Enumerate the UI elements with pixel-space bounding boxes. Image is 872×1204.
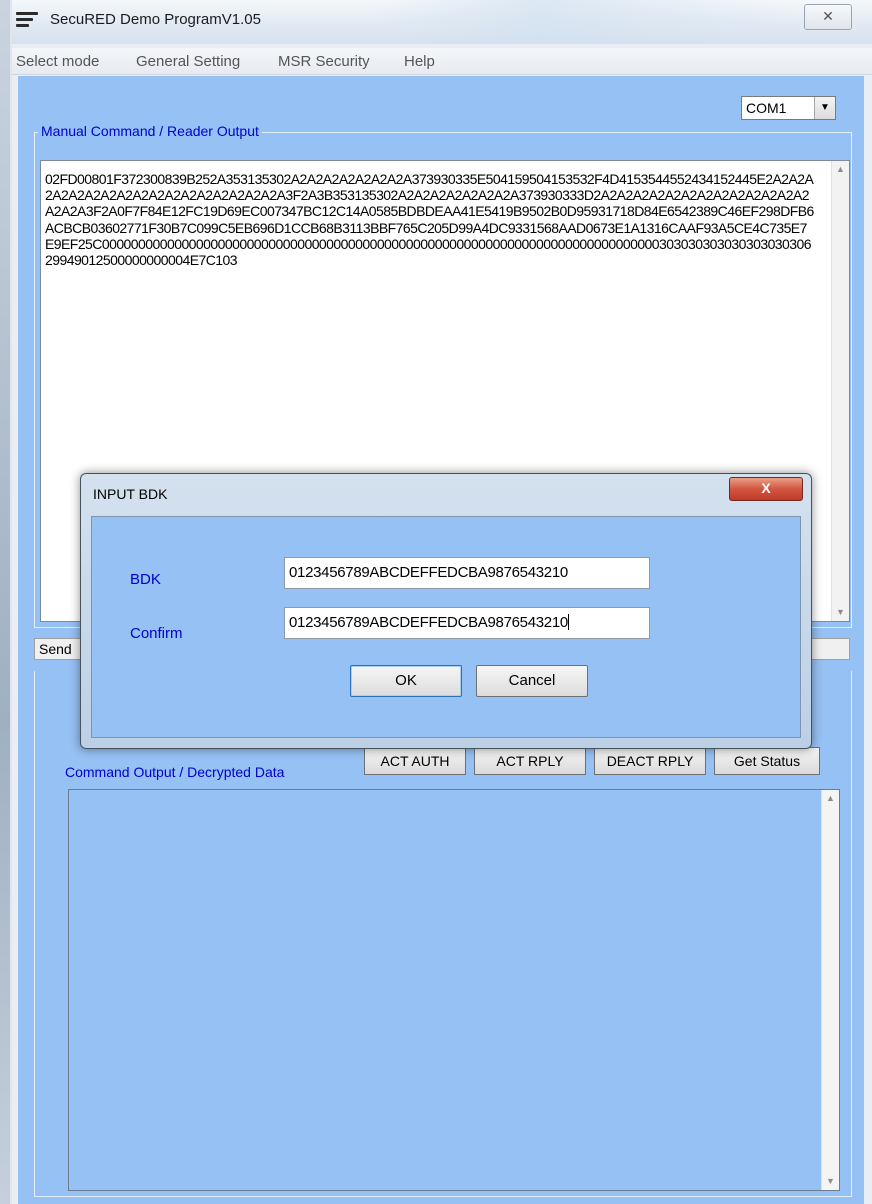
title-bar-decoration <box>372 0 792 44</box>
window-close-button[interactable]: ✕ <box>804 4 852 30</box>
act-rply-button[interactable]: ACT RPLY <box>474 747 586 775</box>
get-status-button[interactable]: Get Status <box>714 747 820 775</box>
act-auth-button[interactable]: ACT AUTH <box>364 747 466 775</box>
com-port-select[interactable]: COM1 ▼ <box>741 96 836 120</box>
confirm-input-value: 0123456789ABCDEFFEDCBA9876543210 <box>289 614 568 631</box>
chevron-down-icon[interactable]: ▼ <box>814 97 835 119</box>
confirm-label: Confirm <box>130 625 183 642</box>
scroll-down-icon[interactable]: ▼ <box>822 1173 839 1190</box>
dialog-close-button[interactable]: X <box>729 477 803 501</box>
com-port-value: COM1 <box>746 100 787 116</box>
confirm-input[interactable]: 0123456789ABCDEFFEDCBA9876543210 <box>284 607 650 639</box>
reader-output-scrollbar[interactable]: ▲ ▼ <box>831 161 849 621</box>
scroll-down-icon[interactable]: ▼ <box>832 604 849 621</box>
menu-help[interactable]: Help <box>404 53 435 70</box>
menu-msr-security[interactable]: MSR Security <box>278 53 370 70</box>
menu-general-setting[interactable]: General Setting <box>136 53 240 70</box>
dialog-body: BDK 0123456789ABCDEFFEDCBA9876543210 Con… <box>91 516 801 738</box>
dialog-title: INPUT BDK <box>93 486 168 502</box>
menu-select-mode[interactable]: Select mode <box>16 53 99 70</box>
cancel-button[interactable]: Cancel <box>476 665 588 697</box>
bdk-label: BDK <box>130 571 161 588</box>
app-icon[interactable] <box>16 12 38 32</box>
command-output-textbox[interactable]: ▲ ▼ <box>68 789 840 1191</box>
scroll-up-icon[interactable]: ▲ <box>822 790 839 807</box>
deact-rply-button[interactable]: DEACT RPLY <box>594 747 706 775</box>
reader-output-text: 02FD00801F372300839B252A353135302A2A2A2A… <box>45 171 814 269</box>
text-caret <box>567 614 569 630</box>
command-output-scrollbar[interactable]: ▲ ▼ <box>821 790 839 1190</box>
desktop-background <box>0 0 10 1204</box>
scroll-up-icon[interactable]: ▲ <box>832 161 849 178</box>
ok-button[interactable]: OK <box>350 665 462 697</box>
bdk-input[interactable]: 0123456789ABCDEFFEDCBA9876543210 <box>284 557 650 589</box>
send-tab-label: Send <box>39 641 72 657</box>
command-output-group-label: Command Output / Decrypted Data <box>62 764 288 780</box>
manual-command-group-label: Manual Command / Reader Output <box>38 123 262 139</box>
input-bdk-dialog: INPUT BDK X BDK 0123456789ABCDEFFEDCBA98… <box>80 473 812 749</box>
menu-bar: Select mode General Setting MSR Security… <box>12 48 872 75</box>
title-bar[interactable]: SecuRED Demo ProgramV1.05 ✕ <box>12 0 872 44</box>
window-title: SecuRED Demo ProgramV1.05 <box>50 11 261 28</box>
bdk-input-value: 0123456789ABCDEFFEDCBA9876543210 <box>289 564 568 581</box>
